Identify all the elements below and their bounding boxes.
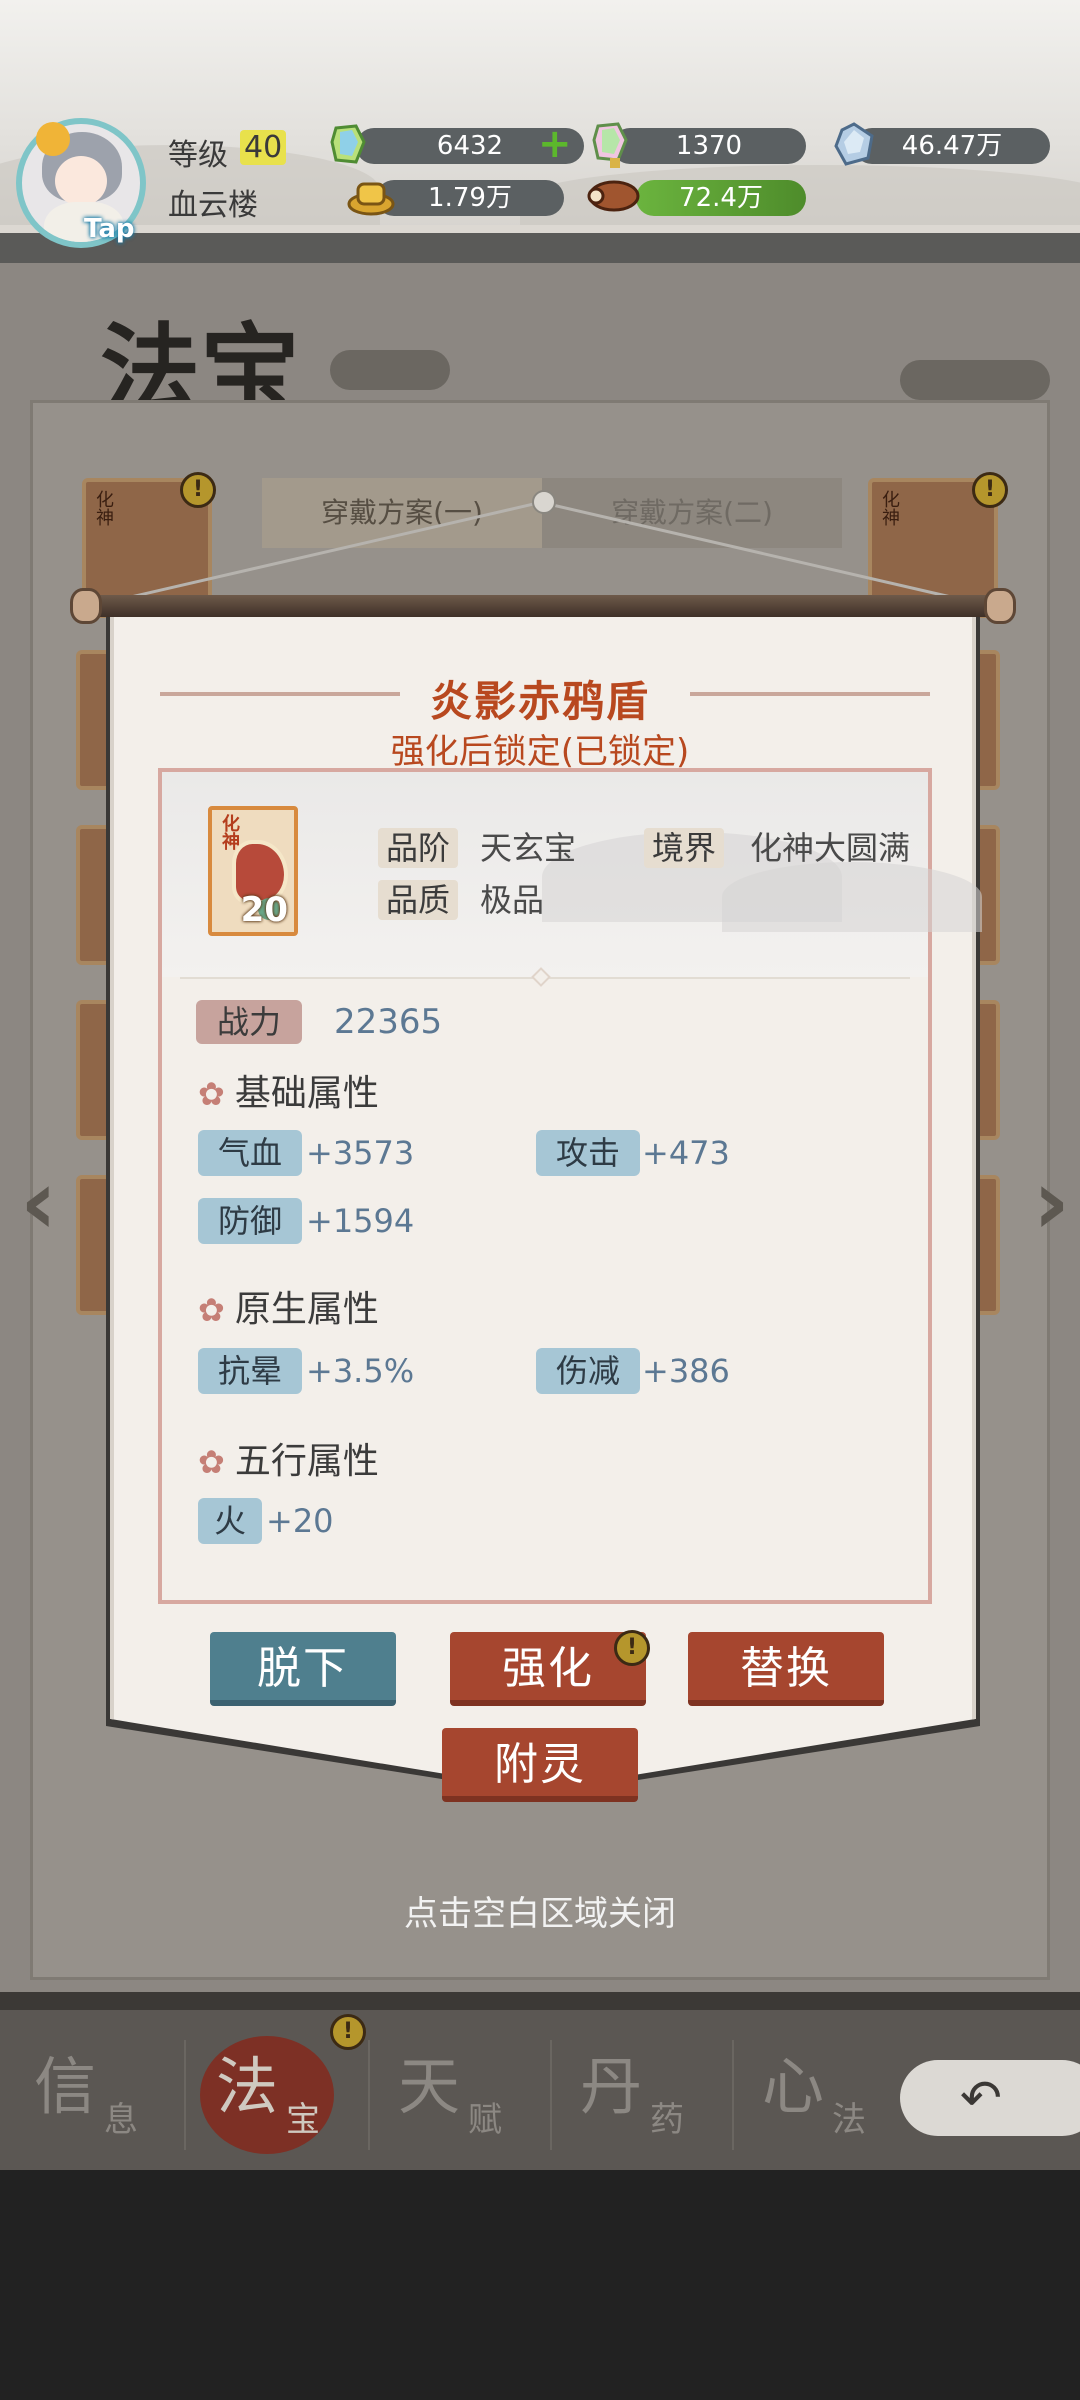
section-basic-attrs: ✿ 基础属性 — [198, 1072, 379, 1116]
unequip-button[interactable]: 脱下 — [210, 1632, 396, 1706]
green-gem-icon — [326, 122, 370, 166]
power-value: 22365 — [334, 1002, 443, 1042]
nav-info[interactable]: 信息 — [0, 2030, 180, 2160]
resource-value: 46.47万 — [901, 131, 1003, 161]
level-label: 等级 — [168, 138, 228, 173]
cloud-decoration — [330, 350, 450, 390]
attr-value: +473 — [642, 1134, 730, 1172]
sun-icon — [36, 122, 70, 156]
rod-cap — [984, 588, 1016, 624]
nav-label: 心 — [762, 2050, 825, 2123]
nav-sublabel: 法 — [832, 2100, 866, 2140]
rank-label: 品阶 — [378, 828, 459, 868]
game-screen: Tap 等级 40 血云楼 6432 + 1370 46.47万 1.79万 7… — [0, 0, 1080, 2400]
quality-label: 品质 — [378, 880, 459, 920]
blue-crystal-icon — [832, 122, 876, 166]
alert-icon: ! — [972, 472, 1008, 508]
nav-sublabel: 宝 — [286, 2100, 320, 2140]
section-title: 五行属性 — [234, 1441, 379, 1482]
replace-button[interactable]: 替换 — [688, 1632, 884, 1706]
back-arrow-icon[interactable]: ↶ — [900, 2060, 1080, 2136]
nav-treasure[interactable]: 法宝 — [182, 2030, 362, 2160]
attr-value: +386 — [642, 1352, 730, 1390]
item-level: 20 — [240, 890, 288, 930]
attr-value: +20 — [266, 1502, 334, 1540]
resource-value: 1.79万 — [428, 183, 512, 213]
close-hint[interactable]: 点击空白区域关闭 — [0, 1886, 1080, 1935]
resource-gold-ingot: 1.79万 — [376, 180, 564, 216]
attr-value: +1594 — [306, 1202, 415, 1240]
resource-value: 6432 — [436, 131, 504, 161]
slot-tag: 化神 — [879, 490, 900, 526]
nav-sublabel: 赋 — [468, 2100, 502, 2140]
rod-cap — [70, 588, 102, 624]
header-shadow — [0, 233, 1080, 263]
avatar-tap-badge[interactable]: Tap — [84, 214, 135, 244]
add-gem-button[interactable]: + — [538, 124, 572, 164]
nav-sublabel: 药 — [650, 2100, 684, 2140]
level-value: 40 — [240, 130, 287, 165]
section-title: 基础属性 — [234, 1073, 379, 1114]
cloud-decoration — [900, 360, 1050, 400]
scroll-rod — [76, 595, 1016, 617]
item-title: 炎影赤鸦盾 — [429, 677, 650, 726]
flower-icon: ✿ — [198, 1443, 225, 1481]
next-arrow-icon[interactable]: › — [1033, 1150, 1070, 1255]
item-tag: 化神 — [219, 814, 240, 850]
alert-icon: ! — [180, 472, 216, 508]
quality-value: 极品 — [480, 881, 545, 919]
attr-label: 抗晕 — [198, 1348, 302, 1394]
nav-pill[interactable]: 丹药 — [546, 2030, 726, 2160]
nav-top-bar — [0, 1992, 1080, 2010]
alert-icon: ! — [330, 2014, 366, 2050]
nav-label: 信 — [34, 2050, 97, 2123]
prev-arrow-icon[interactable]: ‹ — [20, 1150, 57, 1255]
resource-value: 72.4万 — [679, 183, 763, 213]
resource-rainbow-gem: 1370 — [612, 128, 806, 164]
nav-label: 天 — [398, 2050, 461, 2123]
slot-tag: 化神 — [93, 490, 114, 526]
resource-value: 1370 — [675, 131, 743, 161]
nav-label: 法 — [216, 2050, 279, 2123]
lock-status: 强化后锁定(已锁定) — [390, 732, 690, 772]
resource-blue-crystal: 46.47万 — [854, 128, 1050, 164]
realm-value: 化神大圆满 — [750, 829, 911, 867]
section-title: 原生属性 — [234, 1289, 379, 1330]
nav-label: 丹 — [580, 2050, 643, 2123]
section-element-attrs: ✿ 五行属性 — [198, 1440, 379, 1484]
section-native-attrs: ✿ 原生属性 — [198, 1288, 379, 1332]
attr-label: 防御 — [198, 1198, 302, 1244]
bottom-background — [0, 2170, 1080, 2400]
attr-value: +3.5% — [306, 1352, 415, 1390]
attr-label: 火 — [198, 1498, 262, 1544]
nav-talent[interactable]: 天赋 — [364, 2030, 544, 2160]
power-label: 战力 — [196, 1000, 302, 1044]
attr-label: 攻击 — [536, 1130, 640, 1176]
guild-name[interactable]: 血云楼 — [168, 180, 258, 224]
gold-ingot-icon — [346, 174, 395, 218]
rank-value: 天玄宝 — [480, 829, 577, 867]
attr-label: 气血 — [198, 1130, 302, 1176]
realm-label: 境界 — [644, 828, 725, 868]
flower-icon: ✿ — [198, 1075, 225, 1113]
nav-method[interactable]: 心法 — [728, 2030, 908, 2160]
enchant-button[interactable]: 附灵 — [442, 1728, 638, 1802]
nav-sublabel: 息 — [104, 2100, 138, 2140]
flower-icon: ✿ — [198, 1291, 225, 1329]
attr-value: +3573 — [306, 1134, 415, 1172]
resource-meat: 72.4万 — [636, 180, 806, 216]
hanging-knot — [532, 490, 556, 514]
rainbow-gem-icon — [588, 120, 632, 168]
meat-icon — [584, 174, 640, 218]
item-icon: 化神 20 — [208, 806, 298, 936]
header-divider — [0, 225, 1080, 233]
attr-label: 伤减 — [536, 1348, 640, 1394]
alert-icon: ! — [614, 1630, 650, 1666]
